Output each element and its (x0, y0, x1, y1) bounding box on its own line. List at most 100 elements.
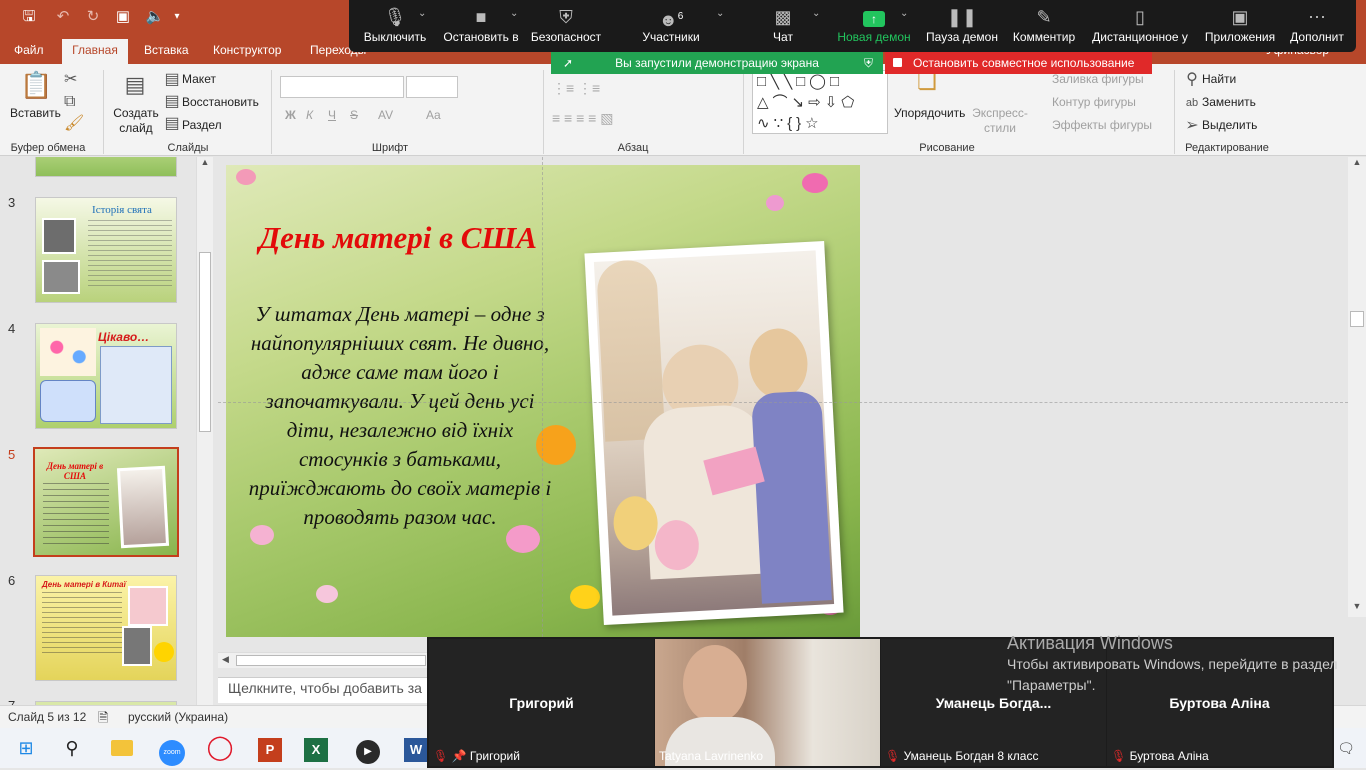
thumbnail-text-lines (88, 220, 172, 290)
windows-start-icon[interactable]: ⊞ (6, 728, 46, 768)
shape-fill-button[interactable]: Заливка фигуры (1052, 72, 1144, 86)
cut-icon[interactable]: ✂ (64, 70, 77, 90)
slide-thumbnails-pane[interactable]: 3 Історія свята 4 Цікаво… 5 День матері … (0, 157, 214, 705)
tab-file[interactable]: Файл (6, 36, 52, 64)
slide-photo-frame[interactable] (584, 240, 844, 626)
media-player-icon[interactable]: ▶ (348, 728, 388, 768)
annotate-button[interactable]: ✎ Комментир (1008, 0, 1080, 52)
editing-group-label: Редактирование (1185, 142, 1269, 154)
shape-effects-button[interactable]: Эффекты фигуры (1052, 118, 1152, 132)
slide-thumbnail-selected[interactable]: День матері в США (33, 447, 179, 557)
select-button[interactable]: Выделить (1202, 118, 1257, 132)
chevron-down-icon[interactable]: ⌄ (716, 8, 724, 19)
scrollbar-thumb[interactable] (236, 655, 426, 666)
bullets-icon[interactable]: ⋮≡ ⋮≡ (552, 78, 702, 98)
shield-icon: ⛨ (559, 7, 573, 27)
chevron-down-icon[interactable]: ⌄ (812, 8, 820, 19)
scroll-up-icon[interactable]: ▲ (198, 157, 212, 171)
slide-thumbnail[interactable] (35, 157, 177, 177)
char-spacing-button[interactable]: AV (378, 108, 393, 122)
tab-insert[interactable]: Вставка (136, 36, 197, 64)
security-button[interactable]: ⛨ Безопасност (528, 0, 604, 52)
undo-icon[interactable]: ↶ (52, 6, 74, 28)
divider (543, 70, 544, 154)
align-icon[interactable]: ≡ ≡ ≡ ≡ ▧ (552, 108, 712, 128)
scrollbar-thumb[interactable] (1350, 311, 1364, 327)
scroll-up-icon[interactable]: ▲ (1351, 157, 1363, 171)
participant-face (683, 645, 747, 723)
powerpoint-icon[interactable]: P (250, 728, 290, 768)
audio-icon[interactable]: 🔈 (144, 6, 166, 28)
participant-label: Григорий (469, 749, 520, 763)
chevron-down-icon[interactable]: ⌄ (418, 8, 426, 19)
arrange-button[interactable]: Упорядочить (894, 106, 965, 120)
slide-title[interactable]: День матері в США (256, 219, 540, 257)
participant-tile[interactable]: Григорий 🎙 📌 Григорий (429, 639, 654, 766)
chevron-down-icon[interactable]: ⌄ (510, 8, 518, 19)
slide-canvas[interactable]: День матері в США У штатах День матері –… (226, 165, 860, 637)
reset-button[interactable]: Восстановить (182, 95, 259, 109)
strikethrough-button[interactable]: S (350, 108, 358, 122)
shape-outline-button[interactable]: Контур фигуры (1052, 95, 1136, 109)
tab-home[interactable]: Главная (62, 39, 128, 64)
share-notice-bar: ➚ Вы запустили демонстрацию экрана ⛨ (551, 52, 883, 74)
slide-vertical-scrollbar[interactable]: ▲ ▼ (1348, 157, 1366, 617)
reset-icon: ▤ (164, 93, 180, 110)
pause-share-button[interactable]: ❚❚ Пауза демон (922, 0, 1002, 52)
bold-button[interactable]: Ж (285, 108, 296, 122)
italic-button[interactable]: К (306, 108, 313, 122)
section-button[interactable]: Раздел (182, 118, 222, 132)
shapes-gallery[interactable]: □╲╲□◯□ △⌒↘⇨⇩⬠ ∿∵{}☆ (752, 70, 888, 134)
change-case-button[interactable]: Aa (426, 108, 441, 122)
save-icon[interactable]: 🖫 (18, 6, 40, 28)
excel-icon[interactable]: X (296, 728, 336, 768)
stop-share-button[interactable]: Остановить совместное использование (885, 52, 1152, 74)
zoom-app-icon[interactable]: zoom (152, 728, 192, 768)
more-button[interactable]: ⋯ Дополнит (1284, 0, 1350, 52)
arrange-icon[interactable]: ❏ (912, 71, 942, 100)
scrollbar-thumb[interactable] (199, 252, 211, 432)
paste-icon[interactable]: 📋 (20, 70, 52, 100)
chat-button[interactable]: ▩ Чат (758, 0, 808, 52)
thumbnails-scrollbar[interactable]: ▲ (196, 157, 213, 705)
layout-button[interactable]: Макет (182, 72, 216, 86)
scroll-down-icon[interactable]: ▼ (1351, 601, 1363, 615)
chevron-down-icon[interactable]: ⌄ (900, 8, 908, 19)
activation-title: Активация Windows (1007, 633, 1173, 653)
paste-button[interactable]: Вставить (10, 106, 61, 120)
copy-icon[interactable]: ⧉ (64, 92, 75, 112)
slide-thumbnail[interactable]: Цікаво… (35, 323, 177, 429)
slide-thumbnail[interactable]: Історія свята (35, 197, 177, 303)
remote-control-button[interactable]: ▯ Дистанционное у (1088, 0, 1192, 52)
tab-design[interactable]: Конструктор (205, 36, 289, 64)
participants-button[interactable]: ☻6 Участники (632, 0, 710, 52)
activation-text: Чтобы активировать Windows, перейдите в … (1007, 656, 1338, 693)
pin-icon: ➚ (563, 56, 574, 70)
scroll-left-icon[interactable]: ◀ (222, 654, 229, 665)
underline-button[interactable]: Ч (328, 108, 336, 122)
format-painter-icon[interactable]: 🖌 (64, 114, 84, 134)
notes-placeholder[interactable]: Щелкните, чтобы добавить за (218, 677, 430, 703)
search-icon[interactable]: ⚲ (52, 728, 92, 768)
opera-icon[interactable]: ◯ (200, 728, 240, 768)
replace-button[interactable]: Заменить (1202, 95, 1256, 109)
redo-icon[interactable]: ↻ (82, 6, 104, 28)
divider (271, 70, 272, 154)
language-indicator[interactable]: русский (Украина) (128, 710, 228, 724)
slide-thumbnail[interactable]: День матері в Китаї (35, 575, 177, 681)
quick-styles-button[interactable]: Экспресс-стили (970, 106, 1030, 136)
more-icon: ⋯ (1308, 7, 1326, 27)
share-notice-text: Вы запустили демонстрацию экрана (615, 56, 819, 70)
new-slide-icon[interactable]: ▤ (120, 70, 150, 100)
pencil-icon: ✎ (1036, 7, 1052, 27)
start-presentation-icon[interactable]: ▣ (112, 6, 134, 28)
slide-body-text[interactable]: У штатах День матері – одне з найпопуляр… (244, 300, 556, 532)
apps-button[interactable]: ▣ Приложения (1200, 0, 1280, 52)
font-size-select[interactable] (406, 76, 458, 98)
file-explorer-icon[interactable] (102, 728, 142, 768)
participant-video-tile[interactable]: Tatyana Lavrinenko (655, 639, 880, 766)
font-family-select[interactable] (280, 76, 404, 98)
customize-quick-access-icon[interactable]: ▾ (166, 6, 188, 28)
find-button[interactable]: Найти (1202, 72, 1236, 86)
new-slide-button[interactable]: Создать слайд (113, 106, 159, 136)
